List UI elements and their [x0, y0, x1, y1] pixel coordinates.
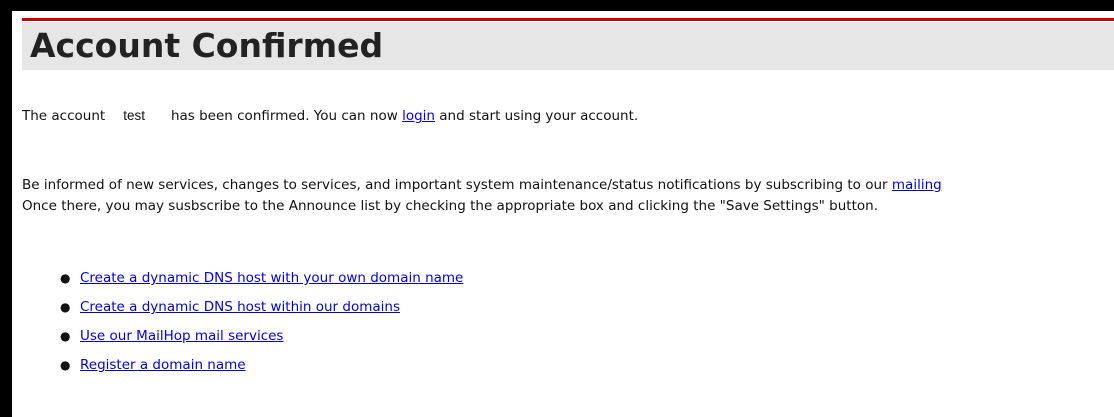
mailing-line2: Once there, you may susbscribe to the An… [22, 198, 878, 214]
confirmation-prefix: The account [22, 108, 106, 124]
account-username: test [123, 108, 145, 123]
confirmation-suffix: and start using your account. [439, 108, 639, 124]
bullet-icon: ● [60, 329, 71, 343]
confirmation-message: The account test has been confirmed. You c… [22, 108, 638, 124]
login-link[interactable]: login [402, 108, 435, 124]
bullet-icon: ● [60, 300, 71, 314]
window-border-left [0, 0, 12, 417]
bullet-icon: ● [60, 358, 71, 372]
page-title: Account Confirmed [30, 26, 384, 65]
list-item: ● Use our MailHop mail services [58, 322, 463, 351]
page-frame: Account Confirmed The account test has bee… [0, 0, 1114, 417]
list-item: ● Register a domain name [58, 351, 463, 380]
window-border-top [0, 0, 1114, 11]
create-dns-own-domain-link[interactable]: Create a dynamic DNS host with your own … [80, 270, 463, 286]
mailing-list-link[interactable]: mailing [892, 177, 942, 193]
header-rule [22, 18, 1114, 21]
list-item: ● Create a dynamic DNS host within our d… [58, 293, 463, 322]
mailing-list-message: Be informed of new services, changes to … [22, 177, 942, 193]
confirmation-middle: has been confirmed. You can now [170, 108, 398, 124]
create-dns-our-domains-link[interactable]: Create a dynamic DNS host within our dom… [80, 299, 400, 315]
action-links-list: ● Create a dynamic DNS host with your ow… [22, 264, 463, 380]
mailhop-services-link[interactable]: Use our MailHop mail services [80, 328, 283, 344]
bullet-icon: ● [60, 271, 71, 285]
mailing-line1-text: Be informed of new services, changes to … [22, 177, 888, 193]
register-domain-link[interactable]: Register a domain name [80, 357, 246, 373]
list-item: ● Create a dynamic DNS host with your ow… [58, 264, 463, 293]
